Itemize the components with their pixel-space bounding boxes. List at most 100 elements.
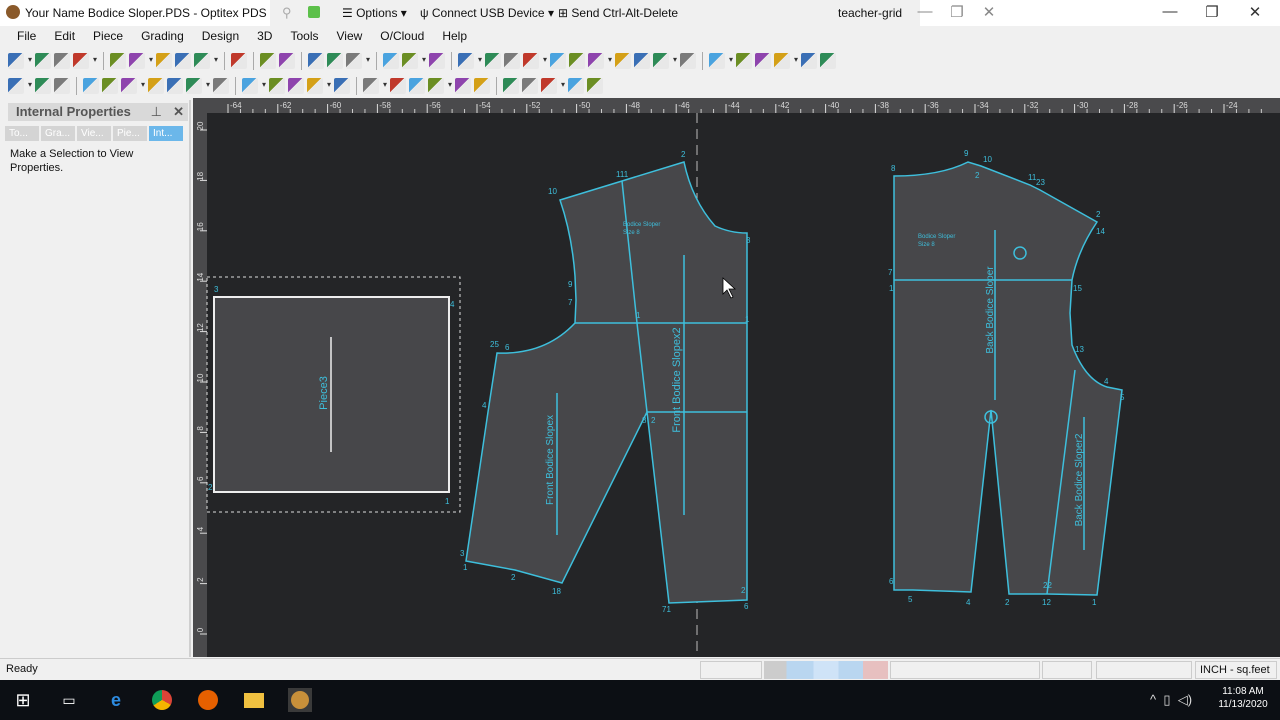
notch-icon[interactable] bbox=[569, 52, 585, 69]
curve-c-icon[interactable] bbox=[428, 77, 452, 94]
cut-icon[interactable] bbox=[308, 52, 324, 69]
save-icon[interactable] bbox=[73, 52, 97, 69]
piece-plus-icon[interactable] bbox=[587, 77, 603, 94]
panel-tab[interactable]: Gra... bbox=[41, 126, 75, 141]
measure-line-icon[interactable] bbox=[736, 52, 752, 69]
help-icon[interactable] bbox=[429, 52, 445, 69]
swap-icon[interactable] bbox=[541, 77, 565, 94]
options-menu[interactable]: ☰ Options ▾ bbox=[342, 6, 407, 20]
excel-icon[interactable] bbox=[175, 52, 191, 69]
piece-3d-icon[interactable] bbox=[568, 77, 584, 94]
add-piece-icon[interactable] bbox=[307, 77, 331, 94]
cut-piece-icon[interactable] bbox=[774, 52, 798, 69]
menu-ocloud[interactable]: O/Cloud bbox=[371, 29, 433, 43]
pattern-icon[interactable] bbox=[755, 52, 771, 69]
move-icon[interactable] bbox=[288, 77, 304, 94]
undo-icon[interactable] bbox=[260, 52, 276, 69]
text-icon[interactable] bbox=[709, 52, 733, 69]
panel-tab[interactable]: Vie... bbox=[77, 126, 111, 141]
tray-icons[interactable]: ^ ▯ ◁) bbox=[1150, 692, 1192, 708]
flip-icon[interactable] bbox=[474, 77, 490, 94]
menu-grading[interactable]: Grading bbox=[132, 29, 193, 43]
pin-icon[interactable]: ⚲ bbox=[282, 5, 292, 21]
circle-icon[interactable] bbox=[102, 77, 118, 94]
file-explorer-icon[interactable] bbox=[244, 693, 264, 708]
close-button[interactable]: ✕ bbox=[1240, 3, 1270, 21]
globe-icon[interactable] bbox=[680, 52, 696, 69]
add-point-icon[interactable] bbox=[523, 52, 547, 69]
select-icon[interactable] bbox=[8, 52, 32, 69]
link-icon[interactable] bbox=[121, 77, 145, 94]
connect-usb-menu[interactable]: ψ Connect USB Device ▾ bbox=[420, 6, 554, 20]
layout-icon[interactable] bbox=[503, 77, 519, 94]
seam-icon[interactable] bbox=[167, 77, 183, 94]
paste-icon[interactable] bbox=[346, 52, 370, 69]
pen-tool-icon[interactable] bbox=[269, 77, 285, 94]
grade-icon[interactable] bbox=[409, 77, 425, 94]
new-file-icon[interactable] bbox=[35, 52, 51, 69]
piece-info-icon[interactable] bbox=[383, 52, 399, 69]
mirror-icon[interactable] bbox=[334, 77, 350, 94]
print-icon[interactable] bbox=[110, 52, 126, 69]
firefox-icon[interactable] bbox=[198, 690, 218, 710]
back-bodice-piece[interactable] bbox=[893, 161, 1123, 596]
task-view-icon[interactable]: ▭ bbox=[57, 688, 81, 712]
add-notch-icon[interactable] bbox=[8, 77, 32, 94]
text-tool-icon[interactable] bbox=[148, 77, 164, 94]
close-panel-icon[interactable]: ✕ bbox=[173, 103, 184, 121]
clock[interactable]: 11:08 AM 11/13/2020 bbox=[1212, 686, 1274, 710]
piece3[interactable]: Piece3 3 4 2 1 bbox=[206, 276, 461, 513]
3d-icon[interactable] bbox=[653, 52, 677, 69]
plot-icon[interactable] bbox=[129, 52, 153, 69]
measure-icon[interactable] bbox=[504, 52, 520, 69]
menu-tools[interactable]: Tools bbox=[281, 29, 327, 43]
find-icon[interactable] bbox=[194, 52, 218, 69]
cut-line-icon[interactable] bbox=[615, 52, 631, 69]
menu-piece[interactable]: Piece bbox=[84, 29, 132, 43]
pen-icon[interactable] bbox=[83, 77, 99, 94]
panel-tab[interactable]: Pie... bbox=[113, 126, 147, 141]
left-ruler[interactable]: 20181614121086420 bbox=[193, 98, 207, 657]
remote-close-icon[interactable]: ✕ bbox=[974, 3, 1004, 21]
open-icon[interactable] bbox=[54, 52, 70, 69]
top-ruler[interactable]: -64 -62 -60 -58 -56 -54 -52 -50 -48 -46 -44 -42 -40 -… bbox=[193, 98, 1280, 113]
remote-minimize-icon[interactable]: — bbox=[910, 3, 940, 20]
optitex-icon[interactable] bbox=[291, 691, 309, 709]
send-cad-button[interactable]: ⊞ Send Ctrl-Alt-Delete bbox=[558, 6, 678, 20]
align-icon[interactable] bbox=[455, 77, 471, 94]
menu-help[interactable]: Help bbox=[433, 29, 476, 43]
windows-start-icon[interactable]: ⊞ bbox=[11, 688, 35, 712]
grade-table-icon[interactable] bbox=[402, 52, 426, 69]
mode-indicator-icons[interactable] bbox=[764, 661, 888, 679]
hammer-icon[interactable] bbox=[801, 52, 817, 69]
drawing-canvas[interactable]: -64 -62 -60 -58 -56 -54 -52 -50 -48 -46 -44 -42 -40 -… bbox=[193, 98, 1280, 657]
rotate-piece-icon[interactable] bbox=[363, 77, 387, 94]
rotate-icon[interactable] bbox=[550, 52, 566, 69]
drill-icon[interactable] bbox=[588, 52, 612, 69]
perpendicular-icon[interactable] bbox=[35, 77, 51, 94]
garment-2-icon[interactable] bbox=[522, 77, 538, 94]
garment-icon[interactable] bbox=[820, 52, 836, 69]
chrome-icon[interactable] bbox=[152, 690, 172, 710]
internet-explorer-icon[interactable]: e bbox=[104, 688, 128, 712]
drill-hole-icon[interactable] bbox=[186, 77, 210, 94]
minimize-button[interactable]: — bbox=[1155, 3, 1185, 20]
panel-tab[interactable]: Int... bbox=[149, 126, 183, 141]
menu-file[interactable]: File bbox=[8, 29, 45, 43]
monitor-icon[interactable] bbox=[308, 6, 320, 18]
front-bodice-piece[interactable] bbox=[465, 161, 748, 604]
split-icon[interactable] bbox=[634, 52, 650, 69]
stamp-icon[interactable] bbox=[54, 77, 70, 94]
zoom-icon[interactable] bbox=[231, 52, 247, 69]
delete-icon[interactable] bbox=[242, 77, 266, 94]
maximize-button[interactable]: ❐ bbox=[1197, 3, 1227, 21]
remote-restore-icon[interactable]: ❐ bbox=[942, 3, 972, 21]
pin-icon[interactable]: ⊥ bbox=[151, 103, 162, 121]
curve-icon[interactable] bbox=[213, 77, 229, 94]
rotate-icon[interactable] bbox=[390, 77, 406, 94]
axis-icon[interactable] bbox=[458, 52, 482, 69]
menu-view[interactable]: View bbox=[327, 29, 371, 43]
menu-design[interactable]: Design bbox=[193, 29, 248, 43]
panel-tab[interactable]: To... bbox=[5, 126, 39, 141]
export-icon[interactable] bbox=[156, 52, 172, 69]
